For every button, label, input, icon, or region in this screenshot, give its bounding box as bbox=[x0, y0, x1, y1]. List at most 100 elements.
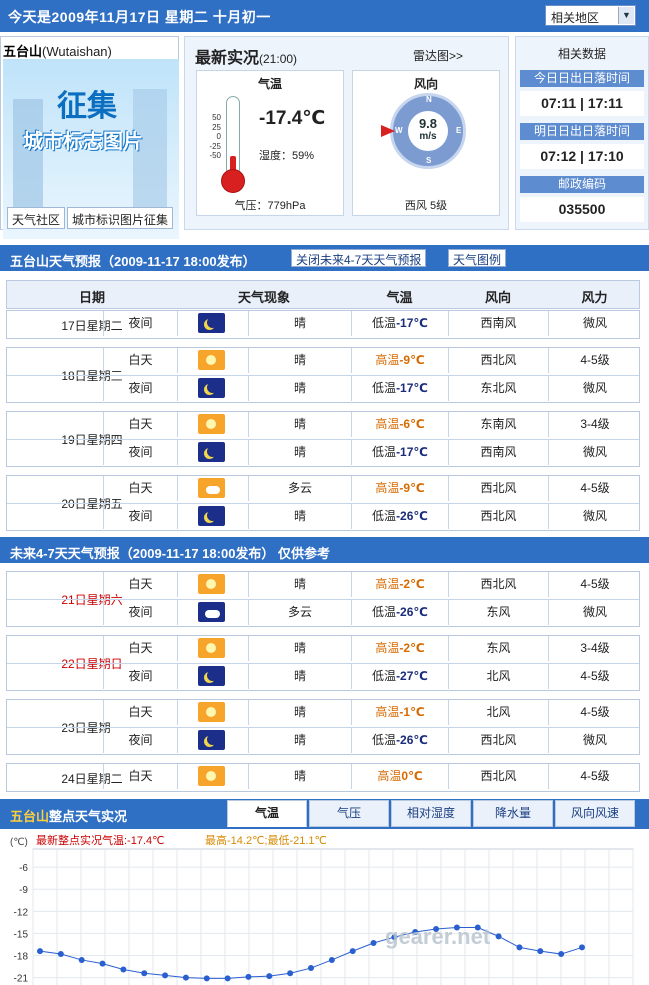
tab-humidity[interactable]: 相对湿度 bbox=[391, 800, 471, 827]
header-wind-force: 风力 bbox=[581, 290, 608, 305]
forecast-wind-force: 4-5级 bbox=[548, 764, 641, 789]
sun-icon bbox=[198, 574, 225, 594]
sun-icon bbox=[198, 638, 225, 658]
y-tick-label: -15 bbox=[14, 929, 29, 940]
temperature-point bbox=[182, 974, 189, 981]
scale-tick: -25 bbox=[209, 141, 221, 151]
city-image-collect-button[interactable]: 城市标识图片征集 bbox=[67, 207, 174, 229]
today-sun-value: 07:11 | 17:11 bbox=[520, 91, 644, 116]
hourly-title-text: 整点天气实况 bbox=[49, 809, 128, 824]
weather-icon-cell bbox=[177, 728, 248, 753]
banner-subtitle: 城市标志图片 bbox=[23, 131, 143, 153]
weather-icon-cell bbox=[177, 440, 248, 465]
temperature-point bbox=[78, 956, 85, 963]
forecast-day-group: 21日星期六 白天晴西北风 4-5级 高温-2℃ 夜间 多云 东风 微风 低温-26℃ bbox=[6, 571, 640, 627]
postcode-label: 邮政编码 bbox=[520, 176, 644, 193]
tab-precipitation[interactable]: 降水量 bbox=[473, 800, 553, 827]
temp-label: 高温 bbox=[375, 481, 400, 495]
forecast-temperature: 低温-26℃ bbox=[351, 600, 448, 625]
forecast-wind-direction: 西南风 bbox=[448, 440, 548, 465]
forecast-temperature: 高温-9℃ bbox=[351, 348, 448, 373]
weather-community-button[interactable]: 天气社区 bbox=[7, 207, 66, 229]
forecast-row: 白天 晴 东南风 3-4级 高温-6℃ bbox=[7, 412, 639, 437]
tomorrow-sun-value: 07:12 | 17:10 bbox=[520, 144, 644, 169]
temp-label: 高温 bbox=[375, 417, 400, 431]
temp-label: 高温 bbox=[375, 705, 400, 719]
forecast-wind-direction: 西北风 bbox=[448, 728, 548, 753]
tomorrow-sun-label: 明日日出日落时间 bbox=[520, 123, 644, 140]
compass-west: W bbox=[395, 126, 403, 135]
forecast-weather-text: 晴 bbox=[248, 764, 351, 789]
region-select[interactable]: 相关地区 ▼ bbox=[545, 5, 636, 26]
wind-description: 西风 5级 bbox=[404, 200, 448, 212]
forecast-row: 白天 多云 西北风 4-5级 高温-9℃ bbox=[7, 476, 639, 501]
forecast-wind-direction: 东风 bbox=[448, 636, 548, 661]
forecast-wind-direction: 东南风 bbox=[448, 412, 548, 437]
header-wind-direction: 风向 bbox=[484, 290, 511, 305]
forecast-wind-direction: 北风 bbox=[448, 700, 548, 725]
forecast-weather-text: 晴 bbox=[248, 504, 351, 529]
forecast-weather-text: 晴 bbox=[248, 348, 351, 373]
forecast-weather-text: 晴 bbox=[248, 636, 351, 661]
forecast-temperature: 高温0℃ bbox=[351, 764, 448, 789]
forecast-header: 五台山天气预报（2009-11-17 18:00发布） 关闭未来4-7天天气预报… bbox=[0, 245, 649, 271]
current-temperature: -17.4℃ bbox=[259, 108, 326, 129]
forecast-wind-direction: 西南风 bbox=[448, 311, 548, 336]
forecast-weather-text: 晴 bbox=[248, 700, 351, 725]
weather-icon-cell bbox=[177, 700, 248, 725]
forecast-weather-text: 晴 bbox=[248, 412, 351, 437]
temperature-point bbox=[328, 956, 335, 963]
temp-value: -1℃ bbox=[399, 705, 425, 719]
tab-wind[interactable]: 风向风速 bbox=[555, 800, 635, 827]
postcode-value: 035500 bbox=[520, 197, 644, 222]
chart-plot-area: -6 -9 -12 -15 -18 -21 bbox=[14, 848, 634, 985]
weather-legend-button[interactable]: 天气图例 bbox=[448, 249, 507, 267]
live-weather-title: 最新实况(21:00) bbox=[195, 44, 297, 68]
pressure: 气压：779hPa bbox=[234, 200, 306, 212]
forecast-wind-direction: 西北风 bbox=[448, 764, 548, 789]
temperature-point bbox=[99, 960, 106, 967]
scale-tick: 25 bbox=[212, 122, 221, 132]
forecast-period: 夜间 bbox=[103, 728, 177, 753]
city-name-cn: 五台山 bbox=[3, 44, 43, 59]
future-forecast-header: 未来4-7天天气预报（2009-11-17 18:00发布） 仅供参考 bbox=[0, 537, 649, 563]
forecast-day-group: 19日星期四 白天晴东南风 3-4级 高温-6℃ 夜间晴西南风 微风 低温-17℃ bbox=[6, 411, 640, 467]
forecast-period: 夜间 bbox=[103, 376, 177, 401]
forecast-wind-force: 3-4级 bbox=[548, 636, 641, 661]
forecast-temperature: 高温-9℃ bbox=[351, 476, 448, 501]
forecast-weather-text: 多云 bbox=[248, 600, 351, 625]
compass-icon: N E S W 9.8 m/s bbox=[381, 93, 466, 169]
chevron-down-icon[interactable]: ▼ bbox=[618, 7, 634, 24]
forecast-wind-force: 3-4级 bbox=[548, 412, 641, 437]
moon-icon bbox=[198, 666, 225, 686]
tab-pressure[interactable]: 气压 bbox=[309, 800, 389, 827]
moon-icon bbox=[198, 442, 225, 462]
weather-icon-cell bbox=[177, 636, 248, 661]
temperature-point bbox=[224, 975, 231, 982]
tab-temperature[interactable]: 气温 bbox=[227, 800, 307, 827]
forecast-day-group: 17日星期二 夜间晴西南风 微风 低温-17℃ bbox=[6, 310, 640, 339]
scale-tick: 50 bbox=[212, 113, 221, 122]
close-future-forecast-button[interactable]: 关闭未来4-7天天气预报 bbox=[291, 249, 427, 267]
weather-icon-cell bbox=[177, 348, 248, 373]
moon-icon bbox=[198, 378, 225, 398]
thermometer-bulb bbox=[221, 169, 245, 193]
moon-icon bbox=[198, 313, 225, 333]
humidity: 湿度：59% bbox=[259, 150, 315, 162]
live-title-text: 最新实况 bbox=[195, 50, 260, 67]
y-tick-label: -18 bbox=[14, 952, 29, 963]
radar-link[interactable]: 雷达图>> bbox=[413, 47, 463, 64]
temperature-point bbox=[495, 933, 502, 940]
temperature-point bbox=[162, 972, 169, 979]
forecast-row: 夜间 晴 西南风 微风 低温-17℃ bbox=[7, 439, 639, 465]
region-select-label: 相关地区 bbox=[551, 11, 600, 25]
compass-east: E bbox=[456, 126, 462, 135]
temperature-heading: 气温 bbox=[257, 77, 282, 91]
banner-title: 征集 bbox=[57, 90, 117, 123]
temp-label: 高温 bbox=[375, 577, 400, 591]
moon-icon bbox=[198, 506, 225, 526]
wind-card: 风向 N E S W 9.8 m/s 西风 5级 bbox=[352, 70, 500, 216]
temp-value: -17℃ bbox=[396, 381, 428, 395]
city-name: 五台山(Wutaishan) bbox=[3, 41, 112, 60]
weather-icon-cell bbox=[177, 600, 248, 625]
